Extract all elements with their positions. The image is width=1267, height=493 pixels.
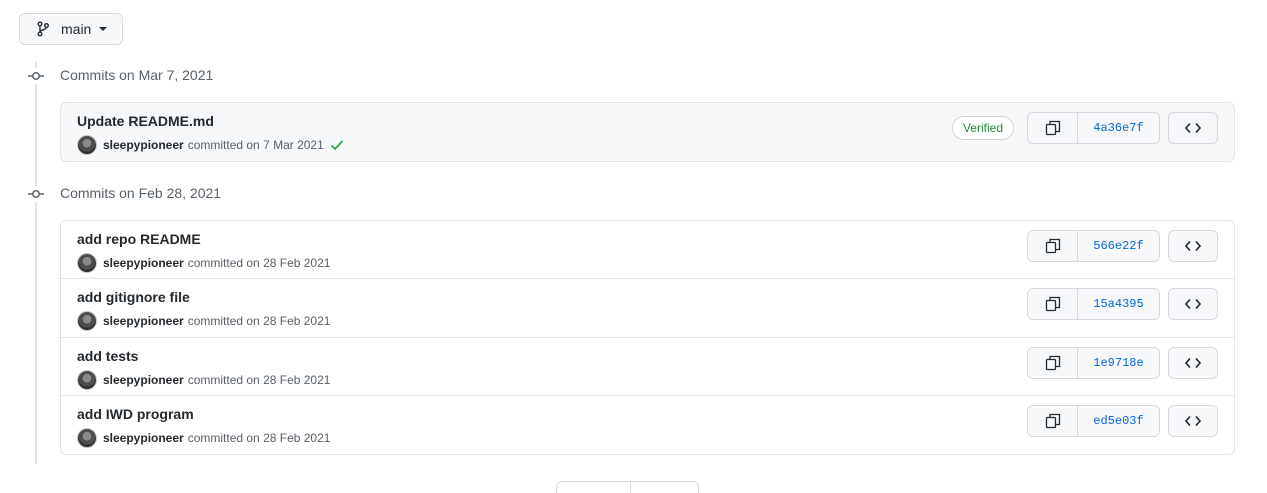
commit-date: committed on 28 Feb 2021 <box>187 373 331 387</box>
commit-title-link[interactable]: add tests <box>77 348 138 364</box>
copy-sha-button[interactable] <box>1028 289 1078 319</box>
avatar[interactable] <box>77 311 97 331</box>
commit-meta: sleepypioneer committed on 28 Feb 2021 <box>77 428 330 448</box>
copy-sha-button[interactable] <box>1028 348 1078 378</box>
copy-icon <box>1045 355 1060 371</box>
code-icon <box>1185 357 1201 369</box>
sha-button-group: ed5e03f <box>1027 405 1160 437</box>
commit-list: add repo README sleepypioneer committed … <box>60 220 1235 455</box>
copy-icon <box>1045 238 1060 254</box>
avatar[interactable] <box>77 135 97 155</box>
author-link[interactable]: sleepypioneer <box>103 431 184 445</box>
commit-meta: sleepypioneer committed on 28 Feb 2021 <box>77 311 330 331</box>
branch-name: main <box>61 21 92 37</box>
browse-repo-button[interactable] <box>1168 347 1218 379</box>
commit-sha-link[interactable]: 566e22f <box>1078 231 1159 261</box>
commit-row: add gitignore file sleepypioneer committ… <box>61 279 1234 338</box>
browse-repo-button[interactable] <box>1168 405 1218 437</box>
commit-date: committed on 28 Feb 2021 <box>187 256 331 270</box>
commit-title-link[interactable]: add IWD program <box>77 406 194 422</box>
commit-row: add IWD program sleepypioneer committed … <box>61 396 1234 454</box>
copy-sha-button[interactable] <box>1028 231 1078 261</box>
browse-repo-button[interactable] <box>1168 288 1218 320</box>
commit-meta: sleepypioneer committed on 28 Feb 2021 <box>77 253 330 273</box>
older-button[interactable]: Older <box>631 482 698 493</box>
commit-node-icon <box>28 68 44 84</box>
author-link[interactable]: sleepypioneer <box>103 138 184 152</box>
copy-icon <box>1045 120 1060 136</box>
commit-sha-link[interactable]: 15a4395 <box>1078 289 1159 319</box>
code-icon <box>1185 415 1201 427</box>
sha-button-group: 15a4395 <box>1027 288 1160 320</box>
author-link[interactable]: sleepypioneer <box>103 373 184 387</box>
copy-icon <box>1045 296 1060 312</box>
timeline-line <box>35 62 37 464</box>
browse-repo-button[interactable] <box>1168 230 1218 262</box>
commit-group-heading: Commits on Mar 7, 2021 <box>60 67 214 83</box>
git-branch-icon <box>37 21 51 37</box>
copy-icon <box>1045 413 1060 429</box>
verified-badge[interactable]: Verified <box>951 116 1014 140</box>
commit-row: add repo README sleepypioneer committed … <box>61 221 1234 279</box>
commit-title-link[interactable]: add repo README <box>77 231 201 247</box>
commit-row: add tests sleepypioneer committed on 28 … <box>61 338 1234 396</box>
commit-date: committed on 28 Feb 2021 <box>187 314 331 328</box>
commit-date: committed on 7 Mar 2021 <box>187 138 324 152</box>
browse-repo-button[interactable] <box>1168 112 1218 144</box>
code-icon <box>1185 122 1201 134</box>
pagination: Newer Older <box>556 481 699 493</box>
commit-meta: sleepypioneer committed on 7 Mar 2021 <box>77 135 344 155</box>
avatar[interactable] <box>77 428 97 448</box>
commit-sha-link[interactable]: 4a36e7f <box>1078 113 1159 143</box>
commit-title-link[interactable]: add gitignore file <box>77 289 190 305</box>
commit-date: committed on 28 Feb 2021 <box>187 431 331 445</box>
sha-button-group: 4a36e7f <box>1027 112 1160 144</box>
newer-button[interactable]: Newer <box>557 482 631 493</box>
branch-selector-button[interactable]: main <box>19 13 123 45</box>
caret-down-icon <box>99 27 108 31</box>
avatar[interactable] <box>77 370 97 390</box>
commit-list: Update README.md sleepypioneer committed… <box>60 102 1235 162</box>
sha-button-group: 566e22f <box>1027 230 1160 262</box>
commits-page: main Commits on Mar 7, 2021 Update READM… <box>0 0 1267 493</box>
author-link[interactable]: sleepypioneer <box>103 314 184 328</box>
avatar[interactable] <box>77 253 97 273</box>
commit-node-icon <box>28 186 44 202</box>
commit-sha-link[interactable]: 1e9718e <box>1078 348 1159 378</box>
commit-group-heading: Commits on Feb 28, 2021 <box>60 185 222 201</box>
author-link[interactable]: sleepypioneer <box>103 256 184 270</box>
commit-meta: sleepypioneer committed on 28 Feb 2021 <box>77 370 330 390</box>
commit-row: Update README.md sleepypioneer committed… <box>61 103 1234 161</box>
code-icon <box>1185 298 1201 310</box>
sha-button-group: 1e9718e <box>1027 347 1160 379</box>
copy-sha-button[interactable] <box>1028 406 1078 436</box>
copy-sha-button[interactable] <box>1028 113 1078 143</box>
commit-sha-link[interactable]: ed5e03f <box>1078 406 1159 436</box>
code-icon <box>1185 240 1201 252</box>
check-icon[interactable] <box>330 139 344 151</box>
commit-title-link[interactable]: Update README.md <box>77 113 214 129</box>
